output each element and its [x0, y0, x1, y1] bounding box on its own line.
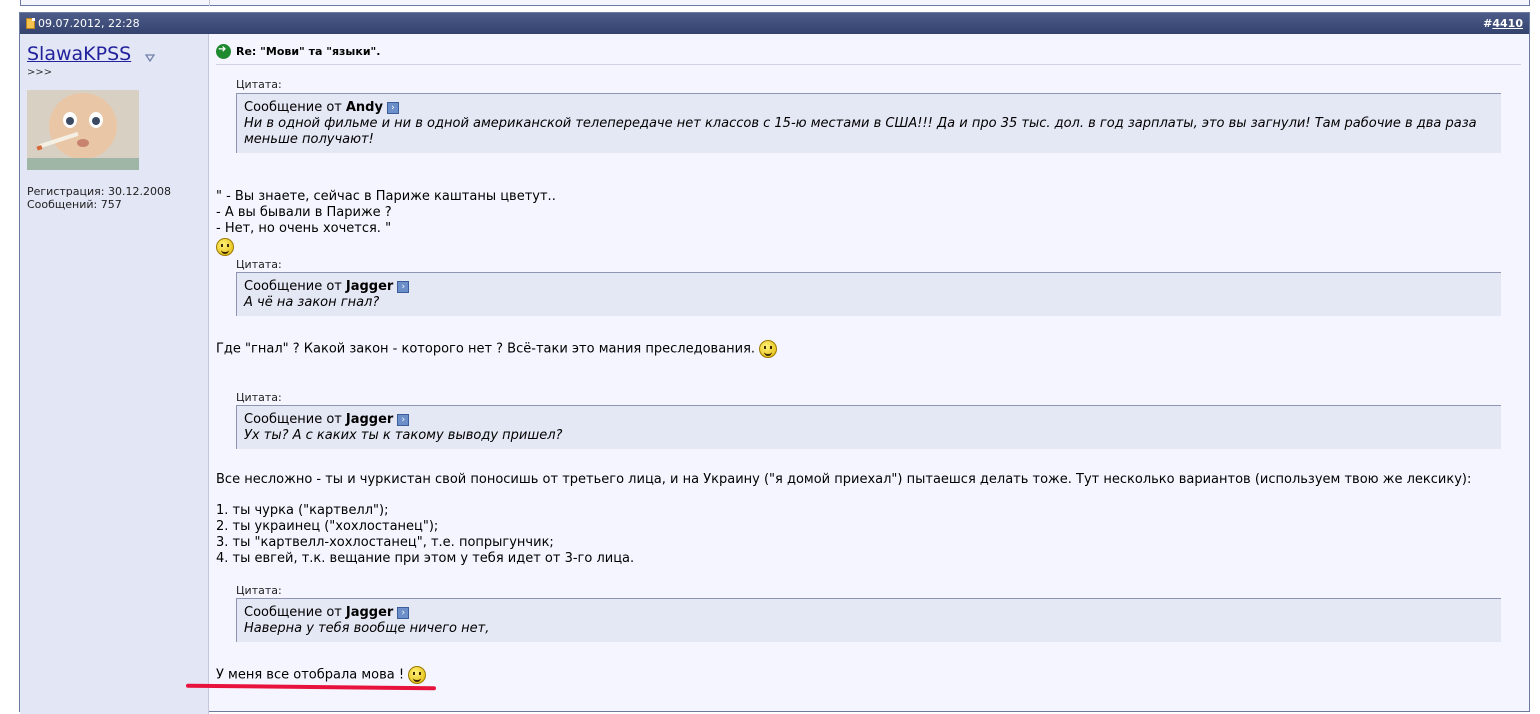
- quote-author: Andy: [345, 100, 383, 115]
- grin-icon: [408, 666, 427, 684]
- post-status-icon: [26, 18, 35, 29]
- quote-text: А чё на закон гнал?: [244, 295, 380, 310]
- quote-text: Ни в одной фильме и ни в одной американс…: [244, 116, 1477, 131]
- message-count: Сообщений: 757: [27, 198, 122, 211]
- post-date: 09.07.2012, 22:28: [26, 17, 140, 30]
- quote-label: Цитата:: [236, 78, 282, 91]
- avatar[interactable]: [27, 90, 139, 170]
- arrow-right-icon: [216, 43, 231, 59]
- quote-author: Jagger: [345, 605, 394, 620]
- list-item: 4. ты евгей, т.к. вещание при этом у теб…: [216, 551, 635, 566]
- message-paragraph: Где "гнал" ? Какой закон - которого нет …: [216, 340, 778, 358]
- post-number: #4410: [1483, 17, 1523, 30]
- message-paragraph: Все несложно - ты и чуркистан свой понос…: [216, 472, 1516, 567]
- quote-author-line: Сообщение от Jagger ›: [244, 412, 1494, 428]
- quote-block: Сообщение от Jagger › Наверна у тебя вообщ…: [236, 598, 1501, 642]
- quote-block: Сообщение от Andy › Ни в одной фильме и ни…: [236, 93, 1501, 153]
- quote-text: Наверна у тебя вообще ничего нет,: [244, 621, 490, 636]
- avatar-image: [27, 90, 139, 170]
- quote-author-line: Сообщение от Andy ›: [244, 100, 1494, 116]
- quote-label: Цитата:: [236, 258, 282, 271]
- user-title: >>>: [27, 67, 53, 78]
- message-paragraph: " - Вы знаете, сейчас в Париже каштаны ц…: [216, 189, 556, 256]
- previous-post-edge: [20, 0, 1530, 6]
- forum-post: 09.07.2012, 22:28 #4410 SlawaKPSS >>> Ре…: [19, 12, 1530, 714]
- message-paragraph: У меня все отобрала мова !: [216, 666, 427, 684]
- list-item: 3. ты "картвелл-хохлостанец", т.е. попры…: [216, 535, 554, 550]
- view-post-icon[interactable]: ›: [397, 414, 410, 426]
- post-header: 09.07.2012, 22:28 #4410: [20, 13, 1529, 34]
- post-title: Re: "Мови" та "языки".: [216, 42, 1521, 60]
- quote-author: Jagger: [345, 412, 394, 427]
- quote-text: Ух ты? А с каких ты к такому выводу приш…: [244, 428, 563, 443]
- quote-author-line: Сообщение от Jagger ›: [244, 605, 1494, 621]
- quote-author: Jagger: [345, 279, 394, 294]
- quote-text: меньше получают!: [244, 132, 374, 147]
- post-permalink[interactable]: 4410: [1492, 17, 1523, 30]
- smile-icon: [216, 238, 234, 256]
- quote-block: Сообщение от Jagger › А чё на закон гнал?: [236, 272, 1501, 316]
- registration-date: Регистрация: 30.12.2008: [27, 185, 171, 198]
- view-post-icon[interactable]: ›: [397, 281, 410, 293]
- wink-icon: [759, 340, 778, 358]
- view-post-icon[interactable]: ›: [386, 102, 399, 114]
- quote-label: Цитата:: [236, 391, 282, 404]
- list-item: 2. ты украинец ("хохлостанец");: [216, 519, 439, 534]
- view-post-icon[interactable]: ›: [397, 607, 410, 619]
- quote-label: Цитата:: [236, 584, 282, 597]
- username-link[interactable]: SlawaKPSS: [27, 43, 131, 65]
- list-item: 1. ты чурка ("картвелл");: [216, 503, 389, 518]
- user-info-column: SlawaKPSS >>> Регистрация: 30.12.2008 Со…: [20, 34, 209, 714]
- title-divider: [216, 64, 1521, 65]
- quote-block: Сообщение от Jagger › Ух ты? А с каких ты …: [236, 405, 1501, 449]
- quote-author-line: Сообщение от Jagger ›: [244, 279, 1494, 295]
- user-menu-dropdown-icon[interactable]: [144, 52, 156, 64]
